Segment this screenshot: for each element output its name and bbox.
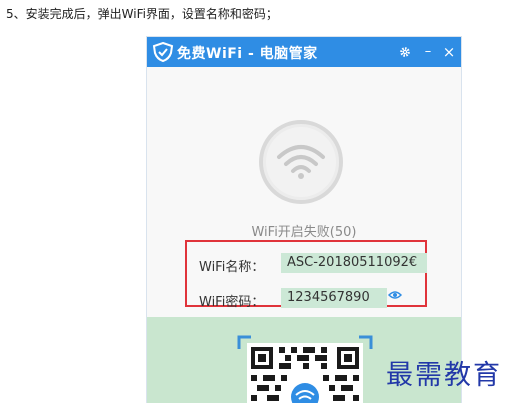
wifi-name-label: WiFi名称： bbox=[199, 260, 265, 275]
instruction-text: 5、安装完成后，弹出WiFi界面，设置名称和密码； bbox=[6, 7, 278, 21]
close-button[interactable]: × bbox=[442, 43, 456, 61]
title-bar[interactable]: 免费WiFi - 电脑管家 – × bbox=[147, 37, 461, 67]
wifi-icon bbox=[277, 145, 325, 179]
watermark-text: 最需教育 bbox=[386, 360, 502, 391]
gear-icon[interactable] bbox=[398, 43, 412, 64]
qr-code-icon bbox=[237, 335, 373, 403]
wifi-name-input[interactable]: ASC-20180511092€ bbox=[281, 253, 427, 273]
status-text: WiFi开启失败(50) bbox=[251, 225, 357, 240]
wifi-window: 免费WiFi - 电脑管家 – × WiFi开启失败(50) WiFi名称： A… bbox=[147, 37, 461, 403]
shield-check-icon bbox=[152, 42, 174, 62]
window-title: 免费WiFi - 电脑管家 bbox=[177, 46, 318, 62]
wifi-toggle-button[interactable] bbox=[259, 120, 343, 204]
eye-icon[interactable] bbox=[388, 290, 402, 300]
wifi-password-input[interactable]: 1234567890 bbox=[281, 288, 387, 308]
minimize-button[interactable]: – bbox=[421, 43, 435, 61]
wifi-password-label: WiFi密码： bbox=[199, 295, 265, 310]
